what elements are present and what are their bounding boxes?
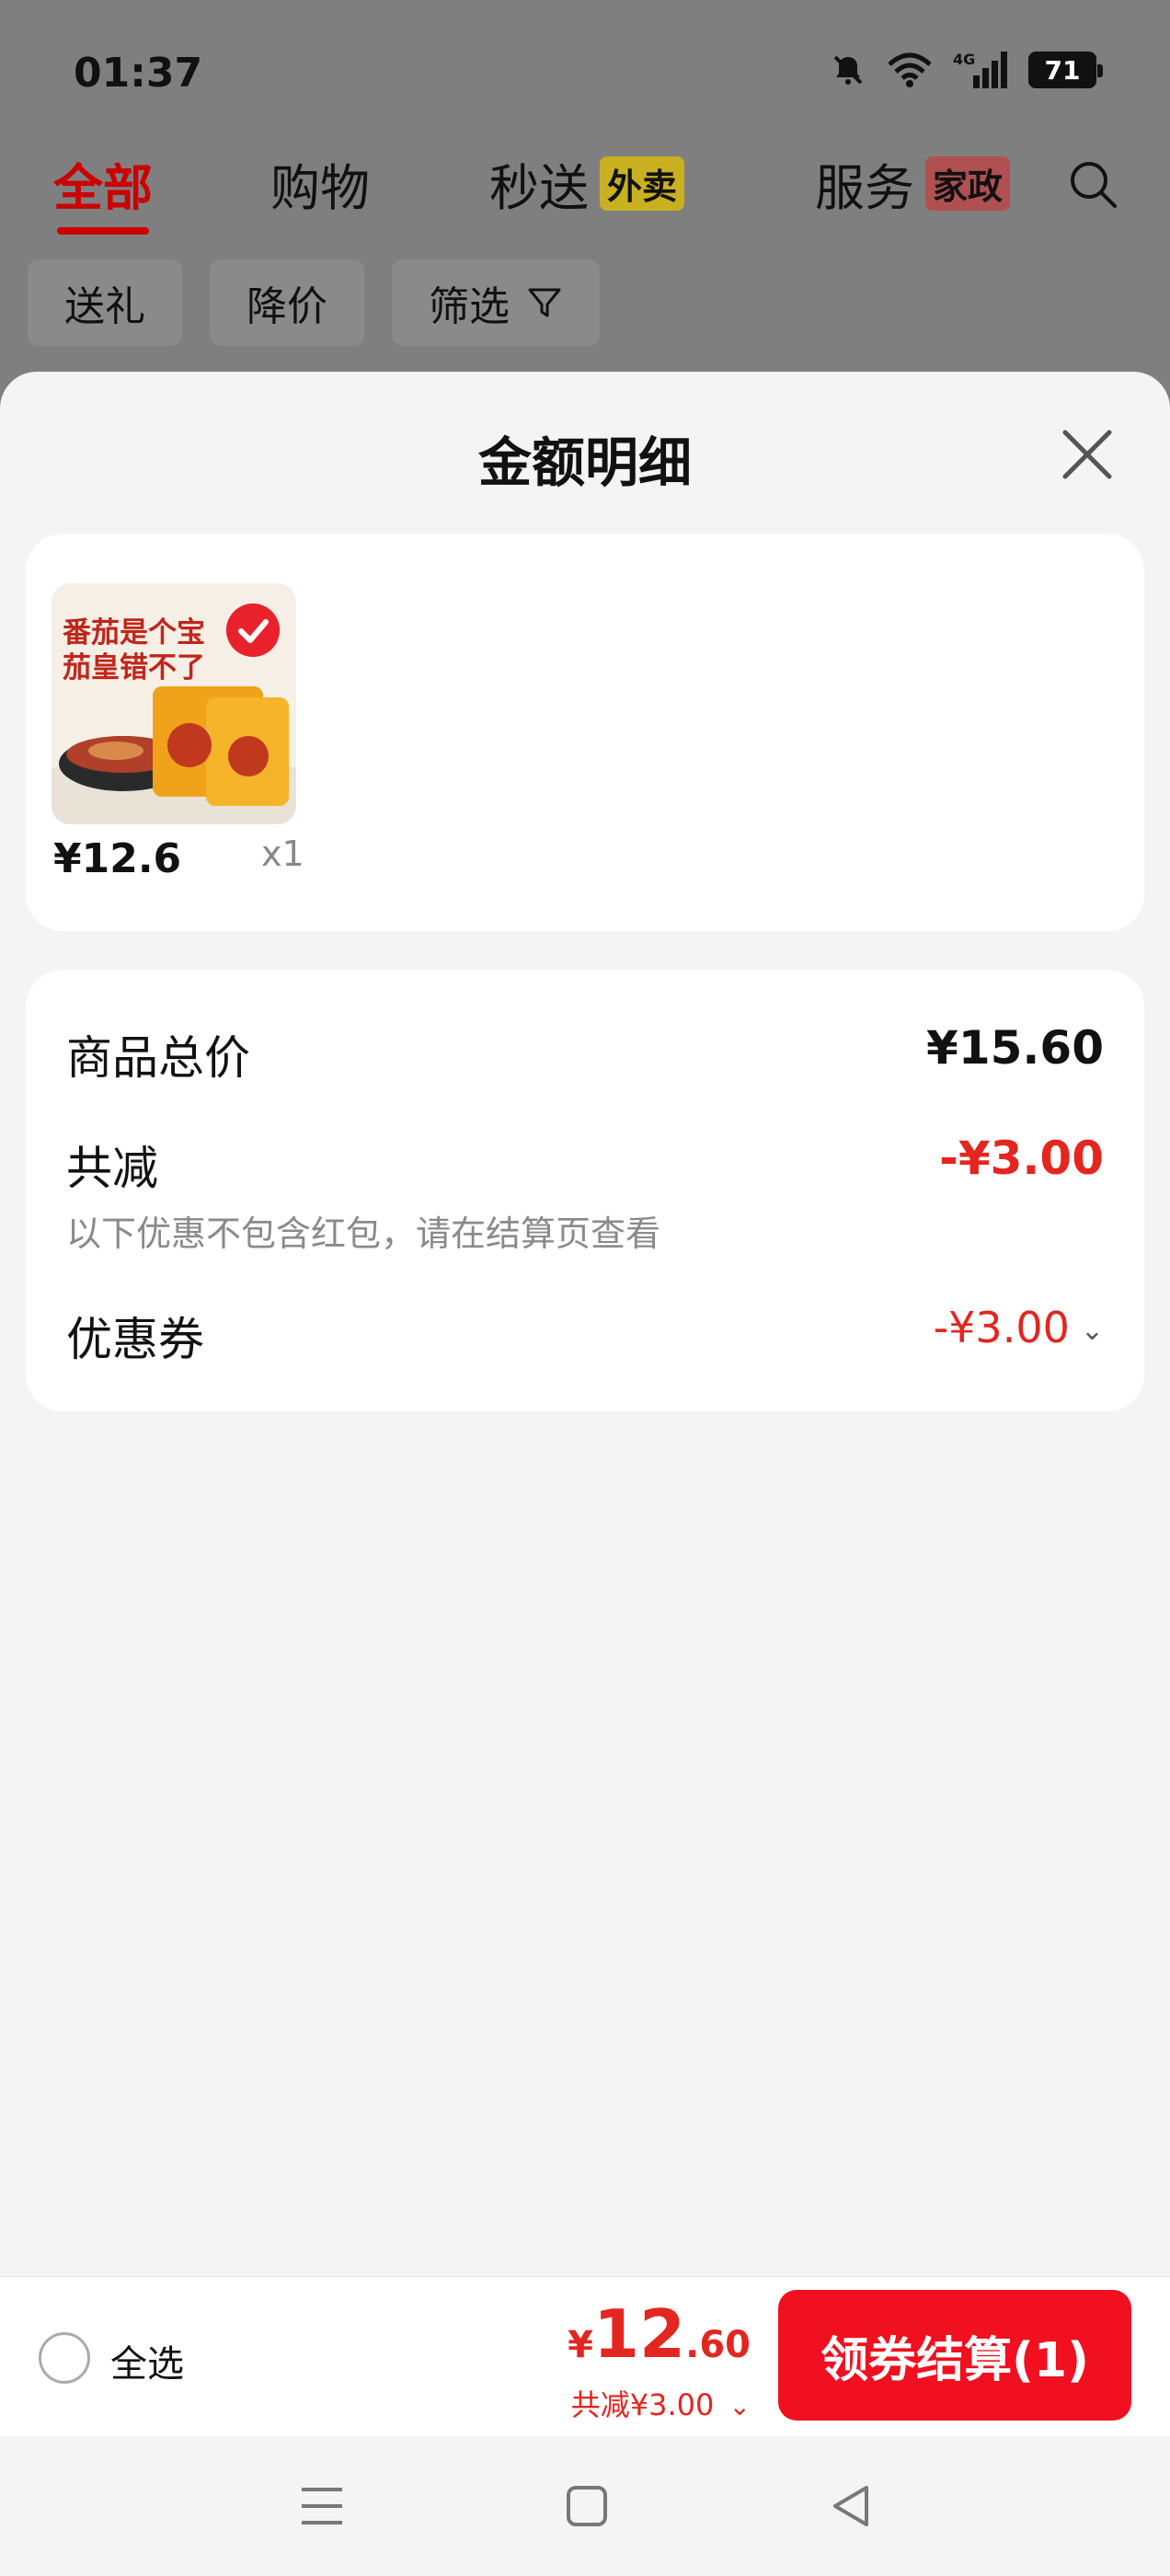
filter-chip-filter-label: 筛选 xyxy=(429,283,510,330)
status-icons: 4G 71 xyxy=(830,50,1103,90)
subtotal-label: 商品总价 xyxy=(66,1031,250,1085)
filter-chip-gift[interactable]: 送礼 xyxy=(28,259,182,346)
items-card: 番茄是个宝 茄皇错不了 ¥12.6 x1 xyxy=(26,534,1144,931)
coupon-label: 优惠券 xyxy=(66,1313,204,1366)
tab-instant-delivery[interactable]: 秒送 外卖 xyxy=(489,147,685,220)
chevron-down-icon: ⌄ xyxy=(728,2391,751,2421)
total-integer: 12 xyxy=(592,2295,686,2373)
price-summary-card: 商品总价 ¥15.60 共减 -¥3.00 以下优惠不包含红包，请在结算页查看 … xyxy=(26,970,1144,1411)
product-quantity: x1 xyxy=(261,834,304,874)
coupon-row-value[interactable]: -¥3.00 ⌄ xyxy=(934,1303,1104,1352)
tab-all-label: 全部 xyxy=(53,159,153,217)
checkout-button-label: 领券结算(1) xyxy=(820,2332,1089,2388)
discount-note: 以下优惠不包含红包，请在结算页查看 xyxy=(66,1213,661,1254)
tab-shopping-label: 购物 xyxy=(270,159,370,217)
total-saving[interactable]: 共减¥3.00 ⌄ xyxy=(571,2382,751,2424)
back-icon[interactable] xyxy=(826,2480,878,2532)
funnel-icon xyxy=(528,288,561,317)
discount-value: -¥3.00 xyxy=(939,1132,1104,1185)
filter-chip-filter[interactable]: 筛选 xyxy=(392,259,600,346)
mute-bell-icon xyxy=(833,55,863,85)
sheet-title: 金额明细 xyxy=(477,431,692,494)
filter-chip-gift-label: 送礼 xyxy=(64,283,145,330)
checkout-button[interactable]: 领券结算(1) xyxy=(778,2290,1131,2421)
battery-icon: 71 xyxy=(1028,52,1103,88)
total-price: ¥12.60 xyxy=(568,2295,751,2373)
chevron-down-icon: ⌄ xyxy=(1080,1315,1104,1347)
menu-icon[interactable] xyxy=(296,2480,348,2532)
status-bar: 01:37 4G 71 xyxy=(0,0,1170,138)
selected-check-icon xyxy=(226,604,280,657)
saving-text: 共减¥3.00 xyxy=(570,2387,715,2422)
filter-row: 送礼 降价 筛选 xyxy=(28,259,600,346)
product-price: ¥12.6 xyxy=(53,835,182,882)
system-nav-bar xyxy=(0,2436,1170,2576)
filter-chip-price-drop[interactable]: 降价 xyxy=(210,259,364,346)
network-type-label: 4G xyxy=(953,51,975,68)
tab-services[interactable]: 服务 家政 xyxy=(815,147,1011,220)
tab-shopping[interactable]: 购物 xyxy=(270,147,370,220)
filter-chip-price-drop-label: 降价 xyxy=(247,283,327,330)
takeout-badge: 外卖 xyxy=(600,156,685,211)
wifi-icon xyxy=(888,52,932,87)
amount-detail-sheet: 金额明细 番茄是个宝 茄皇错不了 ¥12.6 x1 商品总价 ¥15.60 共减… xyxy=(0,372,1170,2576)
total-decimal: .60 xyxy=(685,2324,751,2366)
select-all-label[interactable]: 全选 xyxy=(110,2334,184,2387)
subtotal-value: ¥15.60 xyxy=(926,1021,1104,1075)
checkout-bar: 全选 ¥12.60 共减¥3.00 ⌄ 领券结算(1) xyxy=(0,2276,1170,2436)
select-all-radio[interactable] xyxy=(39,2332,90,2384)
search-icon[interactable] xyxy=(1067,158,1118,210)
total-currency: ¥ xyxy=(568,2324,593,2366)
top-tabs: 全部 购物 秒送 外卖 服务 家政 xyxy=(0,147,1170,235)
tab-instant-delivery-label: 秒送 xyxy=(489,159,589,217)
close-icon[interactable] xyxy=(1050,418,1124,491)
status-time: 01:37 xyxy=(74,50,203,97)
coupon-value: -¥3.00 xyxy=(933,1303,1070,1352)
tab-all[interactable]: 全部 xyxy=(53,147,153,235)
battery-level: 71 xyxy=(1044,54,1081,86)
housekeeping-badge: 家政 xyxy=(925,156,1011,211)
tab-services-label: 服务 xyxy=(815,159,914,217)
discount-label: 共减 xyxy=(66,1142,158,1195)
product-thumbnail[interactable]: 番茄是个宝 茄皇错不了 xyxy=(52,583,296,824)
home-icon[interactable] xyxy=(561,2480,613,2532)
cellular-signal-icon: 4G xyxy=(953,51,1007,88)
